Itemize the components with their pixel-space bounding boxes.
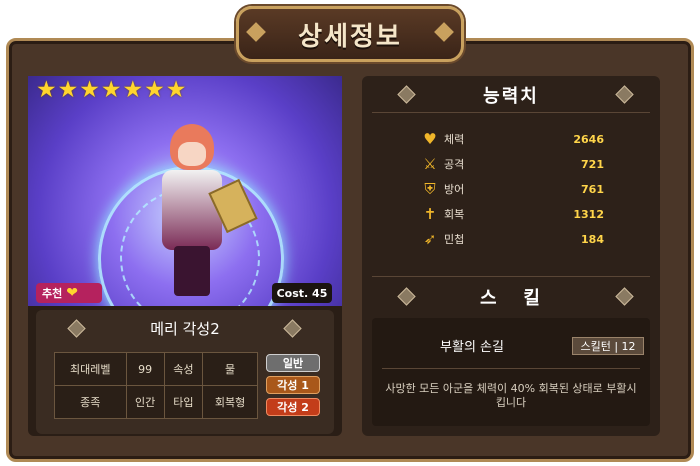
skill-turn-badge: 스킬턴 | 12 <box>572 337 644 355</box>
title-plate: 상세정보 <box>236 6 464 62</box>
divider <box>382 368 640 369</box>
info-cell: 물 <box>202 352 258 386</box>
skill-name: 부활의 손길 <box>440 340 504 355</box>
star-icon: ★ <box>144 77 165 103</box>
character-name: 메리 각성2 <box>150 319 220 338</box>
info-cell: 인간 <box>125 385 165 419</box>
info-cell: 속성 <box>163 352 204 386</box>
star-icon: ★ <box>100 77 122 103</box>
boot-icon: ➶ <box>423 230 437 248</box>
stat-row-agility: ➶ 민첩 184 <box>420 228 620 250</box>
grade-normal-button[interactable]: 일반 <box>266 354 320 372</box>
table-row: 최대레벨 99 속성 물 <box>54 352 258 386</box>
stat-row-heal: ✝ 회복 1312 <box>420 203 620 225</box>
divider <box>372 112 650 113</box>
character-sprite <box>146 124 258 296</box>
skill-header: 스 킬 <box>372 282 650 312</box>
info-cell: 회복형 <box>202 385 258 419</box>
character-art: ★ ★ ★ ★ ★ ★ ★ <box>28 76 342 306</box>
title-ornament-left <box>246 22 266 42</box>
stat-value: 761 <box>581 182 604 196</box>
character-info-table: 최대레벨 99 속성 물 종족 인간 타입 회복형 <box>54 352 258 419</box>
stat-label: 방어 <box>444 183 465 196</box>
table-row: 종족 인간 타입 회복형 <box>54 385 258 419</box>
cross-icon: ✝ <box>423 205 437 223</box>
ability-header: 능력치 <box>372 80 650 110</box>
stat-value: 1312 <box>573 207 604 221</box>
star-icon: ★ <box>122 77 144 103</box>
skill-header-label: 스 킬 <box>480 288 542 309</box>
cost-badge: Cost. 45 <box>272 283 332 303</box>
window-title: 상세정보 <box>298 21 402 52</box>
stat-label: 민첩 <box>444 233 465 246</box>
star-rating: ★ ★ ★ ★ ★ ★ ★ <box>36 78 186 102</box>
skill-description: 사망한 모든 아군을 체력이 40% 회복된 상태로 부활시킵니다 <box>385 382 637 409</box>
stat-row-hp: ♥ 체력 2646 <box>420 128 620 150</box>
stat-value: 184 <box>581 232 604 246</box>
stat-value: 721 <box>581 157 604 171</box>
star-icon: ★ <box>36 77 57 103</box>
grade-awaken2-button[interactable]: 각성 2 <box>266 398 320 416</box>
star-icon: ★ <box>79 77 100 103</box>
heart-icon: ❤ <box>66 285 78 301</box>
info-cell: 최대레벨 <box>54 352 127 386</box>
heart-icon: ♥ <box>423 130 437 148</box>
info-cell: 종족 <box>54 385 127 419</box>
stat-row-attack: ⚔ 공격 721 <box>420 153 620 175</box>
shield-icon: ⛨ <box>424 180 436 198</box>
sword-icon: ⚔ <box>423 155 437 173</box>
stat-label: 체력 <box>444 133 465 146</box>
stat-label: 회복 <box>444 208 465 221</box>
info-cell: 타입 <box>163 385 204 419</box>
stat-value: 2646 <box>573 132 604 146</box>
info-cell: 99 <box>125 352 165 386</box>
grade-awaken1-button[interactable]: 각성 1 <box>266 376 320 394</box>
recommend-badge[interactable]: 추천 ❤ <box>36 283 102 303</box>
ability-header-label: 능력치 <box>483 86 539 107</box>
stat-row-defense: ⛨ 방어 761 <box>420 178 620 200</box>
divider <box>372 276 650 277</box>
recommend-label: 추천 <box>42 287 63 300</box>
star-icon: ★ <box>165 77 187 103</box>
star-icon: ★ <box>57 77 79 103</box>
title-ornament-right <box>434 22 454 42</box>
character-name-bar: 메리 각성2 <box>36 314 334 342</box>
stat-label: 공격 <box>444 158 465 171</box>
